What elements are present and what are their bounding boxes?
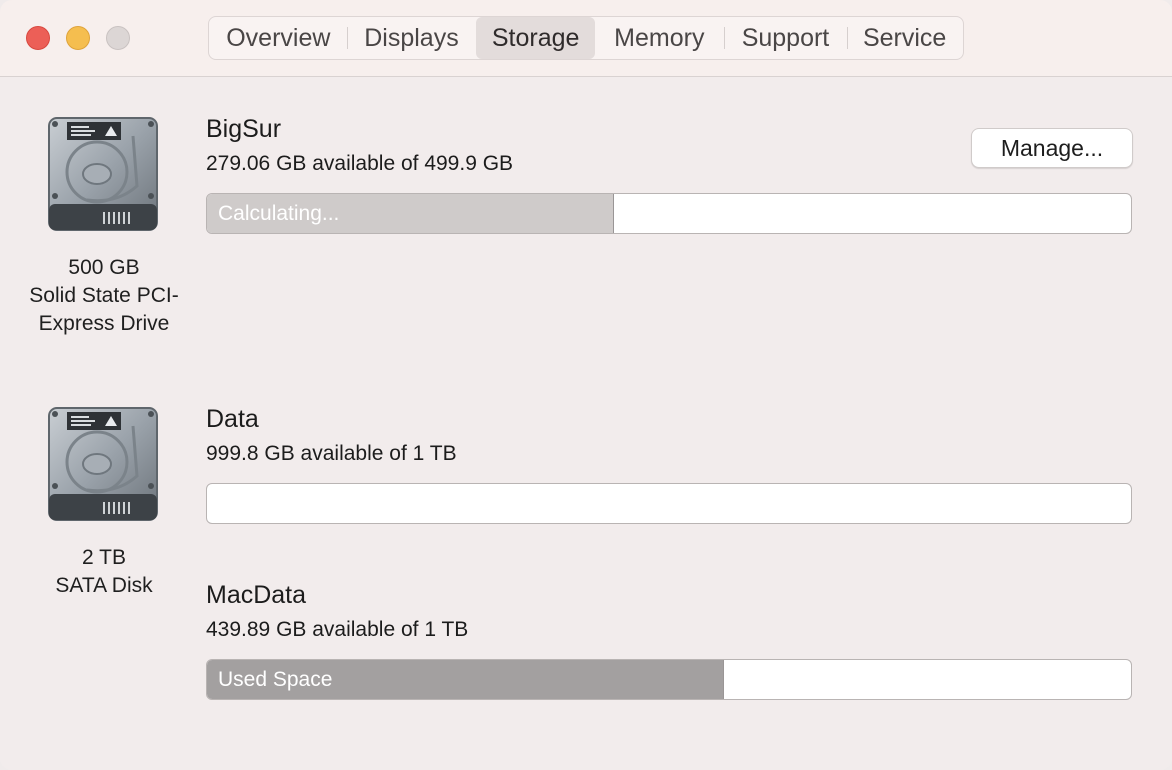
hard-drive-icon [47, 116, 159, 234]
storage-bar-fill: Calculating... [207, 194, 614, 233]
storage-bar-label: Calculating... [218, 201, 340, 225]
volume-name: Data [206, 405, 259, 433]
hard-drive-icon [47, 406, 159, 524]
storage-bar-fill: Used Space [207, 660, 725, 699]
zoom-button [106, 26, 130, 50]
tab-memory[interactable]: Memory [595, 17, 724, 59]
storage-bar [206, 483, 1132, 524]
storage-bar-label: Used Space [218, 667, 333, 691]
tab-service[interactable]: Service [847, 17, 962, 59]
drive-caption: 500 GB Solid State PCI- Express Drive [4, 254, 204, 338]
storage-bar: Used Space [206, 659, 1132, 700]
manage-button[interactable]: Manage... [971, 128, 1133, 168]
tab-support[interactable]: Support [723, 17, 848, 59]
tab-displays[interactable]: Displays [346, 17, 477, 59]
tab-overview[interactable]: Overview [210, 17, 347, 59]
drive-caption: 2 TB SATA Disk [4, 544, 204, 600]
minimize-button[interactable] [66, 26, 90, 50]
volume-name: MacData [206, 581, 307, 609]
drive-type-line1: SATA Disk [55, 574, 153, 597]
storage-bar: Calculating... [206, 193, 1132, 234]
drive-size: 2 TB [82, 546, 126, 569]
tab-storage[interactable]: Storage [476, 17, 595, 59]
volume-name: BigSur [206, 115, 282, 143]
volume-availability: 999.8 GB available of 1 TB [206, 442, 457, 465]
tab-bar: Overview Displays Storage Memory Support… [208, 16, 964, 60]
about-this-mac-window: Overview Displays Storage Memory Support… [0, 0, 1172, 770]
drive-type-line2: Express Drive [38, 312, 170, 335]
close-button[interactable] [26, 26, 50, 50]
drive-type-line1: Solid State PCI- [29, 284, 179, 307]
title-bar: Overview Displays Storage Memory Support… [0, 0, 1172, 77]
volume-availability: 439.89 GB available of 1 TB [206, 618, 469, 641]
drive-size: 500 GB [68, 256, 140, 279]
volume-availability: 279.06 GB available of 499.9 GB [206, 152, 514, 175]
